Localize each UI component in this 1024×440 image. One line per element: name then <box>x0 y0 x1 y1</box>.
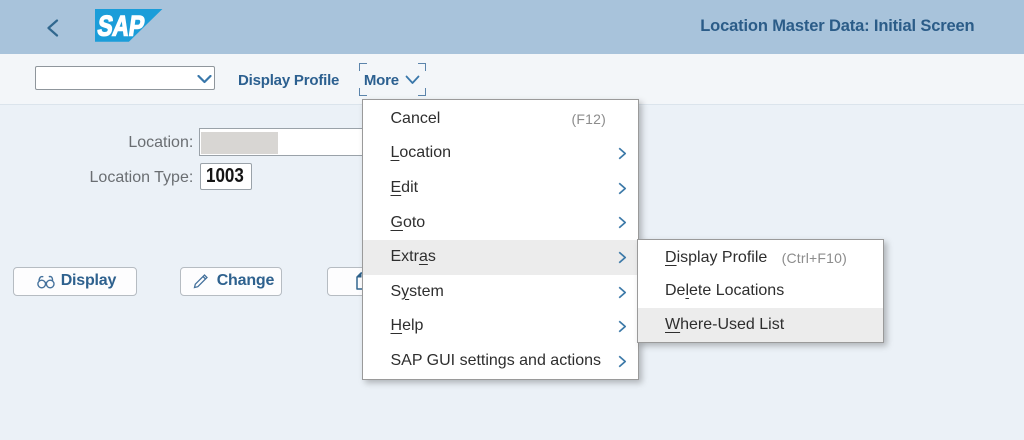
svg-text:SAP: SAP <box>95 10 146 42</box>
